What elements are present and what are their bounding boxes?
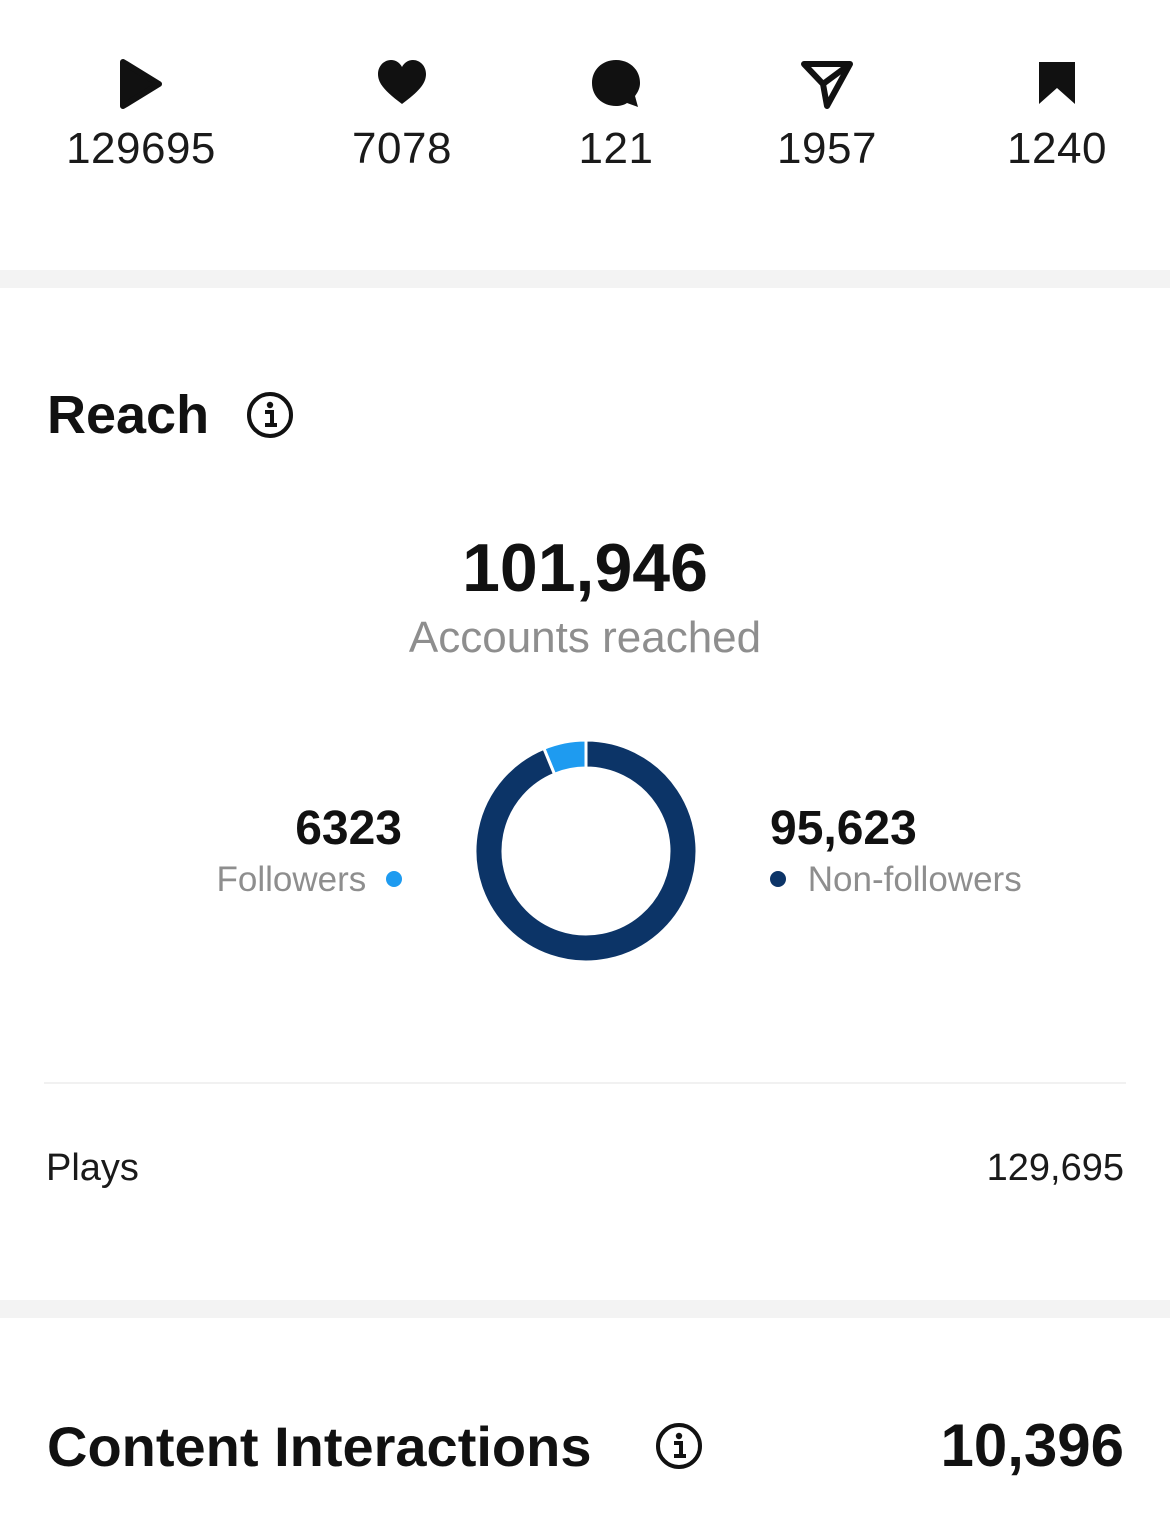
likes-count: 7078 [352, 124, 452, 173]
followers-legend: 6323 Followers [216, 800, 402, 902]
accounts-reached-caption: Accounts reached [408, 613, 762, 662]
engagement-stats-row: 129695 7078 121 1957 1240 [0, 0, 1170, 268]
comments-count: 121 [578, 124, 654, 173]
row-divider [44, 1082, 1126, 1084]
comments-stat[interactable]: 121 [506, 56, 726, 174]
non-followers-dot-icon [770, 870, 786, 887]
play-icon [31, 56, 251, 112]
content-interactions-title: Content Interactions [47, 1415, 592, 1478]
saves-stat[interactable]: 1240 [947, 56, 1167, 174]
plays-stat[interactable]: 129695 [31, 56, 251, 174]
content-interactions-value: 10,396 [940, 1412, 1124, 1479]
section-divider [0, 270, 1170, 288]
donut-slice-non-followers [475, 740, 697, 962]
plays-count: 129695 [66, 124, 216, 173]
likes-stat[interactable]: 7078 [292, 56, 512, 174]
followers-label: Followers [216, 860, 367, 899]
insights-page: 129695 7078 121 1957 1240 Reach 101,946 … [0, 0, 1170, 1520]
followers-dot-icon [386, 870, 402, 887]
non-followers-label: Non-followers [807, 860, 1022, 899]
reach-title: Reach [47, 385, 210, 445]
plays-row-value: 129,695 [986, 1147, 1124, 1189]
non-followers-legend: 95,623 Non-followers [770, 800, 1022, 902]
shares-stat[interactable]: 1957 [717, 56, 937, 174]
content-interactions-info-icon[interactable] [654, 1421, 704, 1476]
heart-icon [292, 56, 512, 112]
followers-value: 6323 [295, 802, 402, 855]
plays-row-label: Plays [46, 1147, 139, 1189]
saves-count: 1240 [1007, 124, 1107, 173]
bookmark-icon [947, 56, 1167, 112]
non-followers-value: 95,623 [770, 802, 917, 855]
comment-icon [506, 56, 726, 112]
reach-info-icon[interactable] [245, 390, 295, 445]
section-divider [0, 1300, 1170, 1318]
share-icon [717, 56, 937, 112]
shares-count: 1957 [777, 124, 877, 173]
reach-donut-chart [475, 740, 697, 962]
accounts-reached-total: 101,946 [462, 530, 708, 606]
